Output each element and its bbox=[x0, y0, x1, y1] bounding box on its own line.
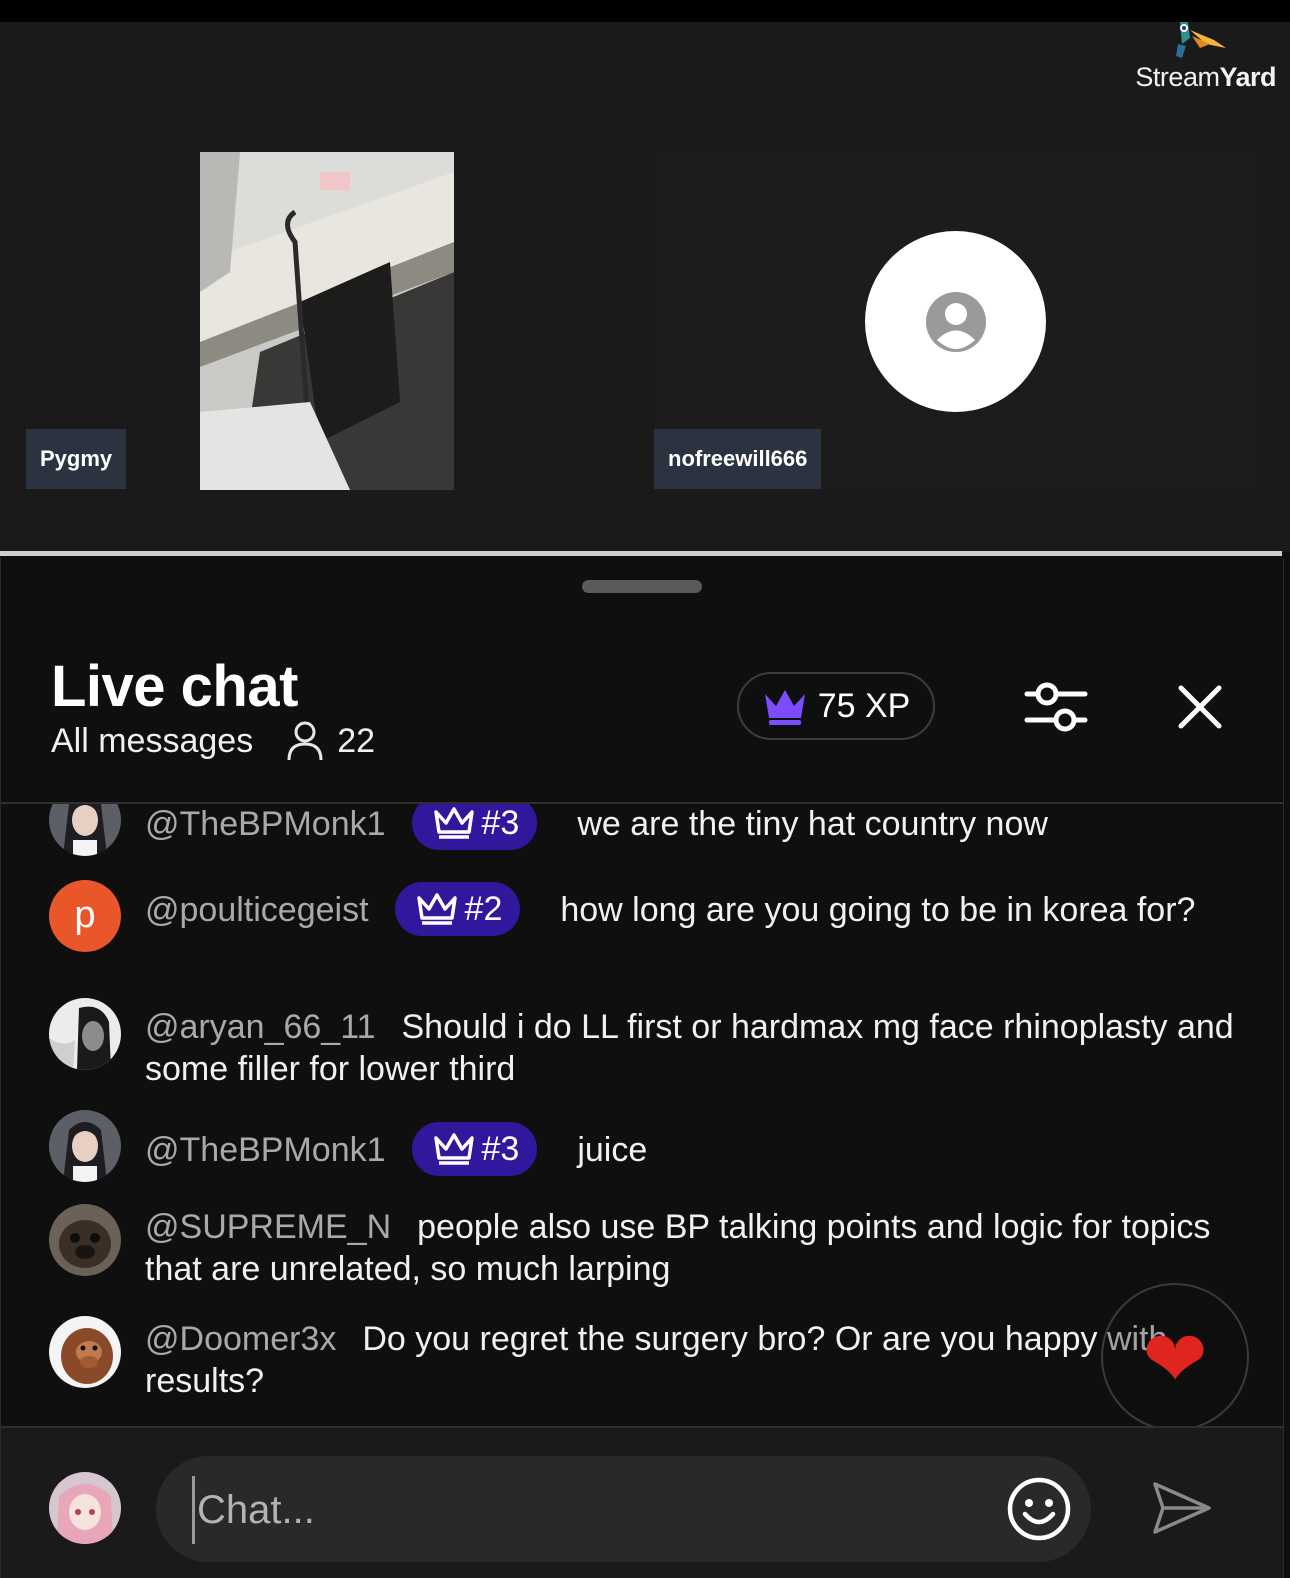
chat-settings-sliders-icon[interactable] bbox=[1021, 676, 1091, 738]
user-avatar[interactable] bbox=[49, 998, 121, 1070]
chat-input[interactable] bbox=[192, 1476, 979, 1544]
message-filter-dropdown[interactable]: All messages bbox=[51, 722, 253, 761]
live-chat-panel: Live chat All messages 22 75 XP @TheBPMo… bbox=[0, 558, 1284, 1578]
chat-message-list[interactable]: @TheBPMonk1 #3 we are the tiny hat country… bbox=[1, 804, 1283, 1426]
rank-badge: #3 bbox=[411, 1122, 538, 1176]
message-author[interactable]: @TheBPMonk1 bbox=[145, 805, 386, 843]
streamyard-wordmark: StreamYard bbox=[1135, 62, 1276, 92]
user-avatar[interactable] bbox=[49, 1204, 121, 1276]
chat-input-container bbox=[156, 1456, 1091, 1562]
chat-title: Live chat bbox=[51, 654, 298, 719]
message-author[interactable]: @TheBPMonk1 bbox=[145, 1131, 386, 1169]
drag-handle[interactable] bbox=[582, 580, 702, 593]
participant-video-feed bbox=[200, 152, 454, 490]
crown-outline-icon bbox=[416, 893, 457, 925]
heart-reaction-button[interactable]: ❤ bbox=[1101, 1283, 1249, 1431]
user-avatar[interactable]: p bbox=[49, 880, 121, 952]
rank-badge: #2 bbox=[394, 882, 521, 936]
participant-name-tag: nofreewill666 bbox=[654, 429, 822, 489]
xp-label: 75 XP bbox=[817, 686, 911, 725]
message-author[interactable]: @aryan_66_11 bbox=[145, 1008, 376, 1046]
my-avatar[interactable] bbox=[49, 1472, 121, 1544]
heart-icon: ❤ bbox=[1142, 1315, 1208, 1403]
rank-badge: #3 bbox=[411, 804, 538, 850]
message-author[interactable]: @SUPREME_N bbox=[145, 1208, 391, 1246]
crown-icon bbox=[764, 690, 805, 725]
message-author[interactable]: @poulticegeist bbox=[145, 891, 369, 929]
viewer-count: 22 bbox=[337, 721, 376, 760]
user-avatar[interactable] bbox=[49, 1316, 121, 1388]
user-avatar[interactable] bbox=[49, 1110, 121, 1182]
chat-input-bar bbox=[1, 1428, 1283, 1578]
message-text: juice bbox=[577, 1130, 648, 1169]
user-silhouette-icon bbox=[926, 292, 986, 352]
close-icon[interactable] bbox=[1173, 680, 1227, 734]
message-text: how long are you going to be in korea fo… bbox=[560, 890, 1196, 929]
panel-divider bbox=[0, 551, 1282, 556]
crown-outline-icon bbox=[433, 807, 474, 839]
streamyard-logo: StreamYard bbox=[1126, 22, 1276, 94]
crown-outline-icon bbox=[433, 1133, 474, 1165]
status-bar-strip bbox=[0, 0, 1290, 22]
viewers-icon bbox=[287, 721, 323, 761]
user-avatar[interactable] bbox=[49, 804, 121, 856]
default-avatar bbox=[865, 231, 1046, 412]
xp-button[interactable]: 75 XP bbox=[737, 672, 935, 740]
video-stage: StreamYard Pygmy nofreewill666 bbox=[0, 22, 1290, 552]
send-icon[interactable] bbox=[1149, 1478, 1215, 1538]
emoji-icon[interactable] bbox=[1006, 1476, 1072, 1542]
participant-name-tag: Pygmy bbox=[26, 429, 127, 489]
streamyard-bird-icon bbox=[1176, 22, 1226, 58]
message-text: we are the tiny hat country now bbox=[577, 804, 1048, 843]
chat-subheader: All messages 22 bbox=[51, 720, 375, 762]
message-author[interactable]: @Doomer3x bbox=[145, 1320, 336, 1358]
